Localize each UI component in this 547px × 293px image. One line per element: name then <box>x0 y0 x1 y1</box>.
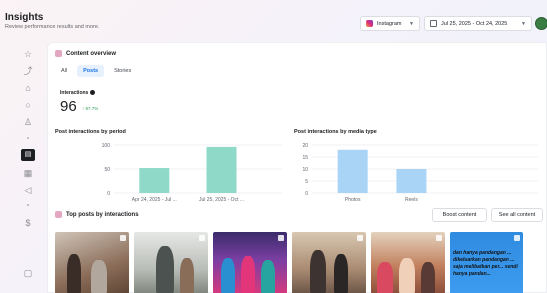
date-range-label: Jul 25, 2025 - Oct 24, 2025 <box>441 20 508 27</box>
x-tick-label: Jul 25, 2025 - Oct ... <box>199 197 244 203</box>
page-subtitle: Review performance results and more. <box>5 24 100 30</box>
date-range-selector[interactable]: Jul 25, 2025 - Oct 24, 2025 ▼ <box>424 16 532 31</box>
tab-all[interactable]: All <box>55 65 73 77</box>
post-thumbnail[interactable]: dan hanya pandangan ... dikeluarkan pand… <box>450 232 523 293</box>
bar <box>396 169 427 193</box>
interactions-value: 96 <box>60 98 77 115</box>
content-icon <box>55 50 62 57</box>
bar <box>206 146 237 193</box>
page-header: Insights Review performance results and … <box>0 0 547 40</box>
carousel-icon <box>357 235 363 241</box>
post-thumbnail[interactable] <box>292 232 366 293</box>
top-posts-title: Top posts by interactions <box>55 211 139 218</box>
post-thumbnail[interactable] <box>213 232 287 293</box>
x-tick-label: Photos <box>345 197 361 203</box>
tab-posts[interactable]: Posts <box>77 65 105 77</box>
money-icon[interactable]: $ <box>21 217 35 229</box>
megaphone-icon[interactable]: ◁ <box>21 184 35 196</box>
y-tick-label: 0 <box>305 191 308 197</box>
platform-selector[interactable]: Instagram ▼ <box>360 16 420 31</box>
chevron-down-icon: ▼ <box>521 20 526 27</box>
y-tick-label: 100 <box>102 143 111 149</box>
divider-dot <box>27 204 29 206</box>
y-tick-label: 5 <box>305 179 308 185</box>
y-tick-label: 50 <box>104 167 110 173</box>
carousel-icon <box>436 235 442 241</box>
help-icon[interactable]: ▢ <box>21 267 35 279</box>
left-navigation: ☆ ⤴ ⌂ ○ ♙ ▤ ▦ ◁ $ ▢ <box>0 40 46 293</box>
x-tick-label: Apr 24, 2025 - Jul ... <box>132 197 177 203</box>
content-overview-title: Content overview <box>55 50 116 57</box>
carousel-icon <box>278 235 284 241</box>
y-tick-label: 15 <box>302 155 308 161</box>
content-tabs: All Posts Stories <box>55 65 137 77</box>
info-icon[interactable] <box>90 90 96 96</box>
bar <box>139 168 170 193</box>
tab-stories[interactable]: Stories <box>108 65 137 77</box>
trend-icon[interactable]: ⤴ <box>21 65 35 77</box>
y-tick-label: 20 <box>302 143 308 149</box>
divider-dot <box>27 137 29 139</box>
top-posts-list: dan hanya pandangan ... dikeluarkan pand… <box>55 232 547 293</box>
carousel-icon <box>120 235 126 241</box>
period-bar-chart: 0 50 100 Apr 24, 2025 - Jul ... Jul 25, 2025… <box>102 143 282 203</box>
boost-content-button[interactable]: Boost content <box>432 208 487 222</box>
instagram-icon <box>366 20 373 27</box>
x-tick-label: Reels <box>405 197 418 203</box>
chart-title-by-period: Post interactions by period <box>55 129 126 135</box>
bar <box>337 149 368 193</box>
calendar-icon[interactable]: ▦ <box>21 167 35 179</box>
post-thumbnail[interactable] <box>55 232 129 293</box>
chart-title-by-media: Post interactions by media type <box>294 129 377 135</box>
chevron-down-icon: ▼ <box>409 20 414 27</box>
interactions-change: ↑ 97.7% <box>82 106 99 111</box>
carousel-icon <box>514 235 520 241</box>
avatar[interactable] <box>535 17 547 30</box>
home-icon[interactable]: ⌂ <box>21 82 35 94</box>
post-thumbnail[interactable] <box>371 232 445 293</box>
interactions-label: Interactions <box>60 90 96 96</box>
posts-icon <box>55 211 62 218</box>
media-type-bar-chart: 0 5 10 15 20 Photos Reels <box>302 143 538 203</box>
people-icon[interactable]: ♙ <box>21 116 35 128</box>
star-icon[interactable]: ☆ <box>21 48 35 60</box>
see-all-content-button[interactable]: See all content <box>491 208 543 222</box>
post-caption: dan hanya pandangan ... dikeluarkan pand… <box>453 250 518 277</box>
post-thumbnail[interactable] <box>134 232 208 293</box>
platform-label: Instagram <box>377 20 402 27</box>
page-title: Insights <box>5 12 44 23</box>
content-icon[interactable]: ▤ <box>21 149 35 161</box>
y-tick-label: 10 <box>302 167 308 173</box>
chat-icon[interactable]: ○ <box>21 99 35 111</box>
y-tick-label: 0 <box>107 191 110 197</box>
calendar-icon <box>430 20 437 27</box>
carousel-icon <box>199 235 205 241</box>
content-overview-card: Content overview All Posts Stories Inter… <box>47 42 547 293</box>
